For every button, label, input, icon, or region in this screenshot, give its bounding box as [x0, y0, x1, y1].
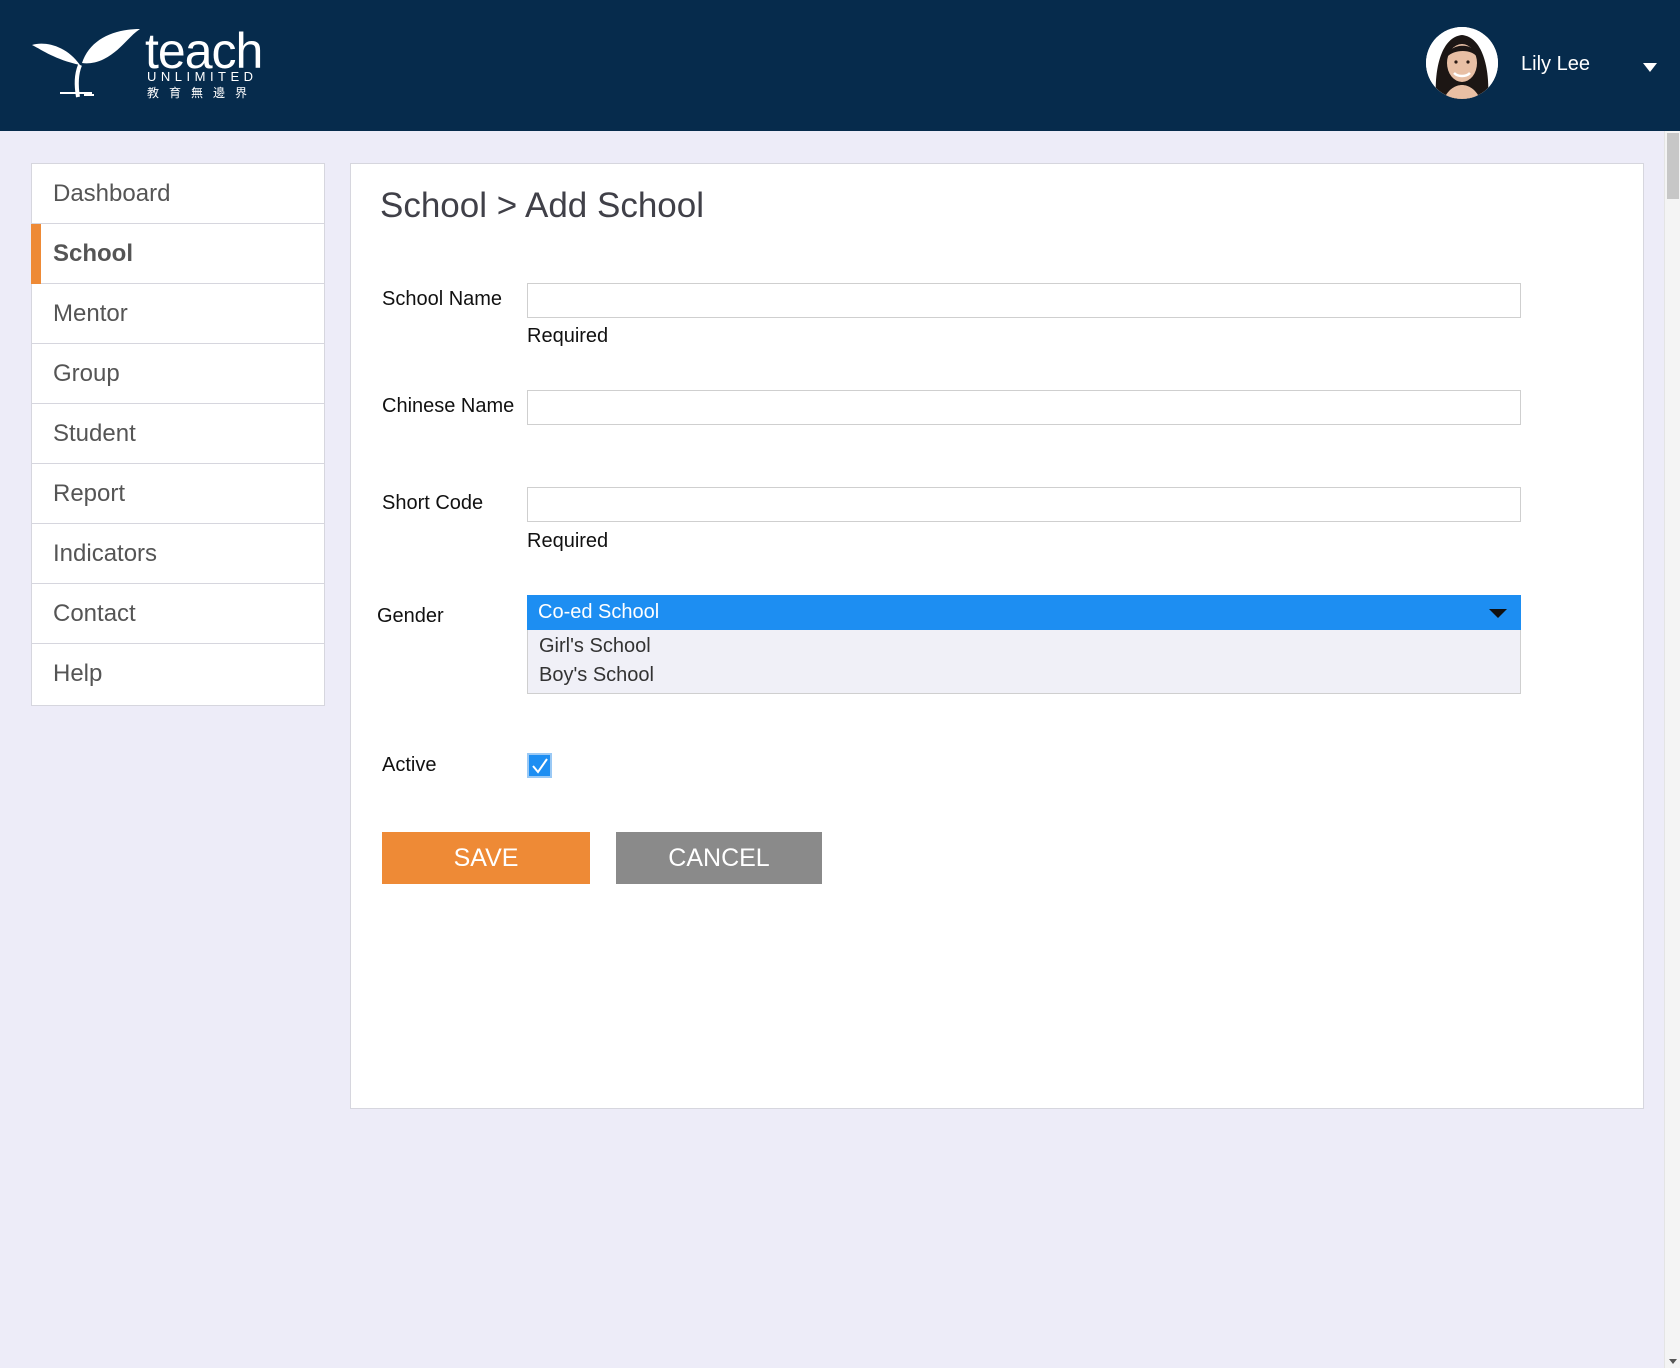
top-header: teach UNLIMITED 教育無邊界 Lily Lee — [0, 0, 1680, 131]
gender-option-girls[interactable]: Girl's School — [528, 632, 1520, 661]
sprout-logo-icon — [32, 29, 140, 98]
logo-subtitle: UNLIMITED — [147, 69, 258, 84]
short-code-input[interactable] — [527, 487, 1521, 522]
page-title: School > Add School — [380, 186, 704, 225]
gender-selected-value: Co-ed School — [538, 601, 660, 623]
sidebar-item-report[interactable]: Report — [32, 464, 324, 524]
sidebar-item-dashboard[interactable]: Dashboard — [32, 164, 324, 224]
gender-option-boys[interactable]: Boy's School — [528, 661, 1520, 690]
user-name[interactable]: Lily Lee — [1521, 53, 1590, 76]
sidebar-item-indicators[interactable]: Indicators — [32, 524, 324, 584]
cancel-button[interactable]: CANCEL — [616, 832, 822, 884]
short-code-label: Short Code — [382, 492, 484, 514]
scrollbar-thumb[interactable] — [1667, 133, 1679, 199]
gender-select[interactable]: Co-ed School — [527, 595, 1521, 630]
teach-unlimited-logo[interactable]: teach UNLIMITED 教育無邊界 — [30, 25, 270, 105]
sidebar-item-help[interactable]: Help — [32, 644, 324, 704]
sidebar-item-group[interactable]: Group — [32, 344, 324, 404]
sidebar-nav: Dashboard School Mentor Group Student Re… — [31, 163, 325, 706]
checkmark-icon — [532, 758, 548, 774]
sidebar-item-school[interactable]: School — [31, 224, 324, 284]
logo-chinese: 教育無邊界 — [147, 86, 258, 100]
chinese-name-input[interactable] — [527, 390, 1521, 425]
school-name-input[interactable] — [527, 283, 1521, 318]
school-name-required-hint: Required — [527, 325, 609, 347]
sidebar-item-contact[interactable]: Contact — [32, 584, 324, 644]
active-checkbox[interactable] — [527, 753, 552, 778]
user-avatar[interactable] — [1426, 27, 1498, 99]
scroll-down-arrow-icon[interactable] — [1669, 1359, 1677, 1364]
user-menu-caret-icon[interactable] — [1643, 63, 1657, 72]
gender-options-list: Girl's School Boy's School — [527, 630, 1521, 694]
short-code-required-hint: Required — [527, 530, 609, 552]
chinese-name-label: Chinese Name — [382, 395, 515, 417]
gender-label: Gender — [377, 605, 444, 627]
active-label: Active — [382, 754, 437, 776]
sidebar-item-student[interactable]: Student — [32, 404, 324, 464]
chevron-down-icon — [1489, 609, 1507, 618]
page-scrollbar[interactable] — [1664, 131, 1680, 1368]
school-name-label: School Name — [382, 288, 503, 310]
sidebar-item-mentor[interactable]: Mentor — [32, 284, 324, 344]
save-button[interactable]: SAVE — [382, 832, 590, 884]
user-avatar-photo — [1426, 27, 1498, 99]
